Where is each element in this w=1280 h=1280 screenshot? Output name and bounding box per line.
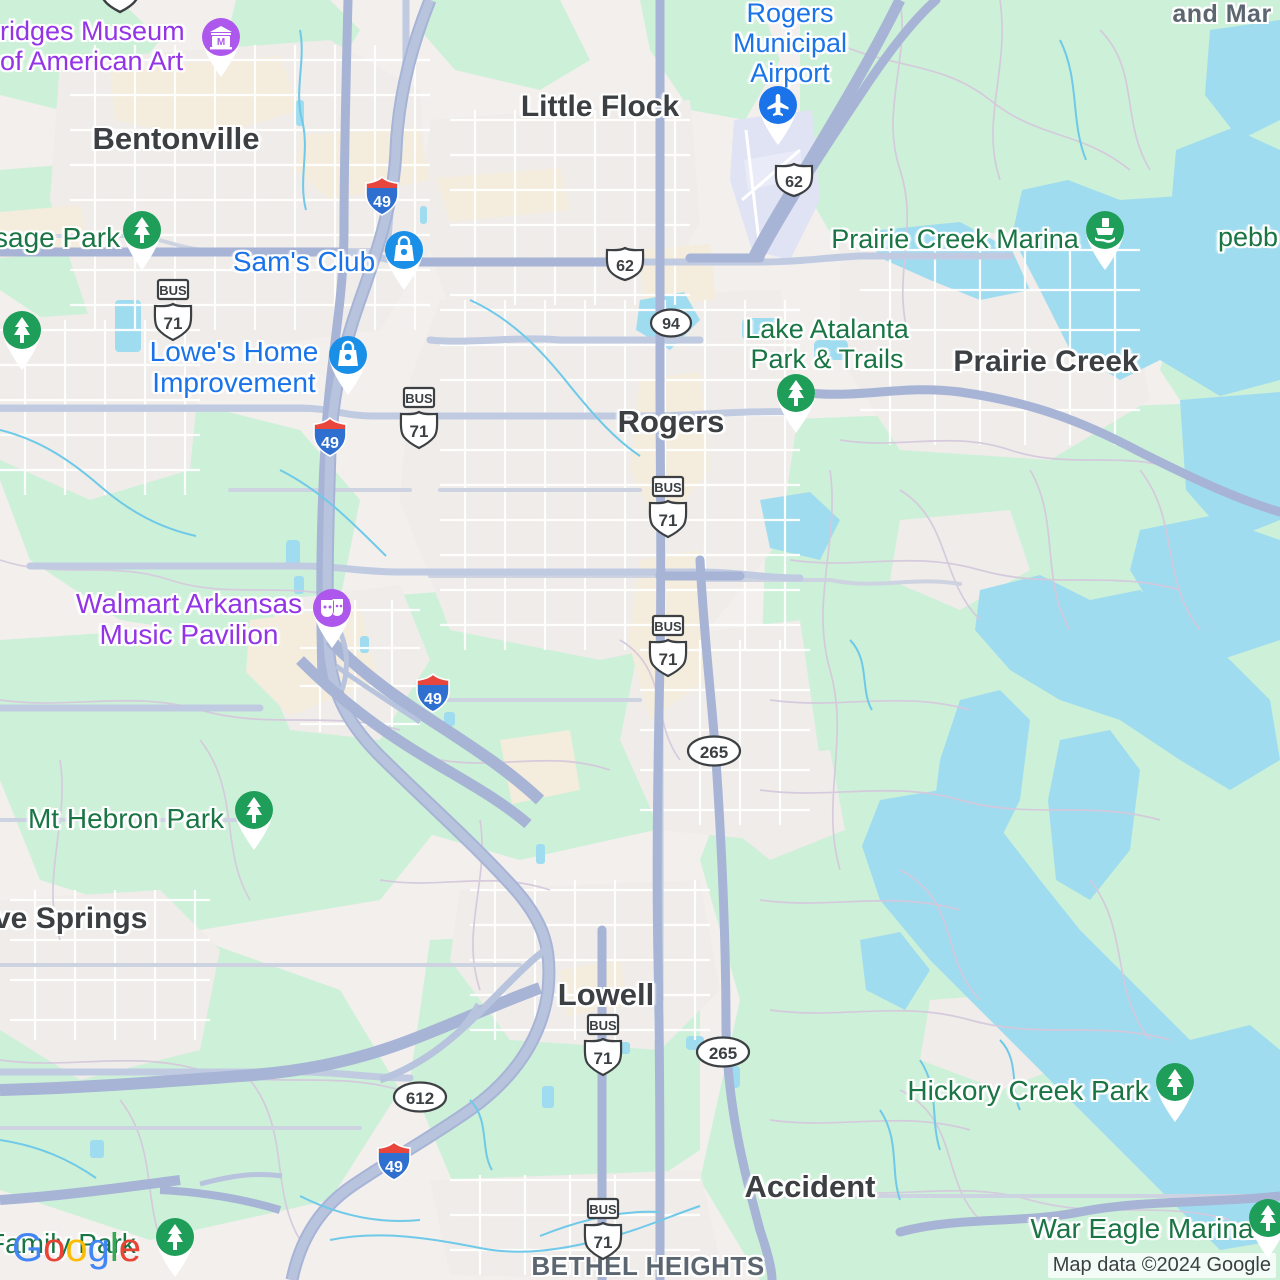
shield-number: 71	[594, 1049, 613, 1068]
shield-banner: BUS	[405, 391, 433, 406]
shield-ar265-north[interactable]: 265	[686, 734, 742, 768]
shield-number: 49	[373, 194, 391, 211]
logo-letter-l: l	[110, 1227, 119, 1270]
shield-number: 265	[709, 1044, 737, 1063]
shield-banner: BUS	[654, 619, 682, 634]
poi-pin-family-park[interactable]	[149, 1212, 201, 1278]
shield-number: 265	[700, 743, 728, 762]
poi-pin-osage-park[interactable]	[116, 205, 168, 271]
shield-us71-bus-lowell[interactable]: BUS 71	[580, 1013, 626, 1079]
shield-number: 71	[659, 511, 678, 530]
shield-us62-rogers[interactable]: 62	[603, 246, 647, 282]
poi-pin-prairie-creek-marina[interactable]	[1079, 205, 1131, 271]
shield-banner: BUS	[654, 480, 682, 495]
poi-pin-bridges-museum[interactable]: M	[195, 12, 247, 78]
poi-pin-lake-atalanta[interactable]	[770, 368, 822, 434]
shield-us71-bus-top[interactable]: 71	[96, 0, 144, 14]
shield-i49-pavilion[interactable]: 49	[415, 673, 451, 713]
shield-i49-south[interactable]: 49	[376, 1141, 412, 1181]
shield-number: 49	[424, 691, 442, 708]
shield-banner: BUS	[589, 1202, 617, 1217]
shield-i49-mid[interactable]: 49	[312, 417, 348, 457]
shield-number: 62	[785, 174, 803, 191]
shield-ar265-south[interactable]: 265	[695, 1035, 751, 1069]
shield-banner: BUS	[159, 283, 187, 298]
shield-number: 49	[385, 1159, 403, 1176]
logo-letter-o1: o	[43, 1227, 65, 1270]
shield-number: 71	[659, 650, 678, 669]
shield-ar94[interactable]: 94	[649, 307, 693, 339]
shield-us62-airport[interactable]: 62	[772, 162, 816, 198]
shield-banner: BUS	[589, 1018, 617, 1033]
shield-number: 94	[662, 316, 680, 333]
poi-pin-park-west[interactable]	[0, 305, 48, 371]
shield-number: 612	[406, 1089, 434, 1108]
shield-us71-bus-lowes[interactable]: BUS 71	[150, 278, 196, 344]
shield-number: 62	[616, 258, 634, 275]
map-canvas[interactable]: ridges Museum of American Art Little Flo…	[0, 0, 1280, 1280]
shield-number: 71	[164, 314, 183, 333]
shield-us71-bus-bethel[interactable]: BUS 71	[580, 1197, 626, 1263]
poi-pin-war-eagle-marina[interactable]	[1242, 1193, 1280, 1259]
poi-pin-lowes[interactable]	[322, 330, 374, 396]
shield-number: 71	[594, 1233, 613, 1252]
logo-letter-e: e	[119, 1227, 141, 1270]
svg-text:M: M	[217, 37, 225, 48]
svg-text:Google: Google	[12, 1227, 141, 1270]
logo-letter-o2: o	[65, 1227, 87, 1270]
shield-ar612[interactable]: 612	[392, 1080, 448, 1114]
shield-number: 71	[110, 0, 130, 4]
map-attribution[interactable]: Map data ©2024 Google	[1047, 1253, 1276, 1278]
poi-pin-rogers-airport[interactable]	[752, 80, 804, 146]
poi-pin-hickory-creek-park[interactable]	[1149, 1057, 1201, 1123]
shield-us71-bus-mid[interactable]: BUS 71	[396, 386, 442, 452]
shield-us71-bus-rogers[interactable]: BUS 71	[645, 475, 691, 541]
logo-letter-g2: g	[88, 1227, 110, 1270]
poi-pin-sams-club[interactable]	[378, 225, 430, 291]
poi-pin-walmart-pavilion[interactable]	[306, 583, 358, 649]
poi-pin-mt-hebron-park[interactable]	[228, 785, 280, 851]
logo-letter-g1: G	[12, 1227, 43, 1270]
google-logo[interactable]: Google	[12, 1226, 142, 1276]
map-base-layer	[0, 0, 1280, 1280]
shield-us71-bus-south-rogers[interactable]: BUS 71	[645, 614, 691, 680]
shield-i49-bentonville[interactable]: 49	[364, 176, 400, 216]
shield-number: 49	[321, 435, 339, 452]
shield-number: 71	[410, 422, 429, 441]
